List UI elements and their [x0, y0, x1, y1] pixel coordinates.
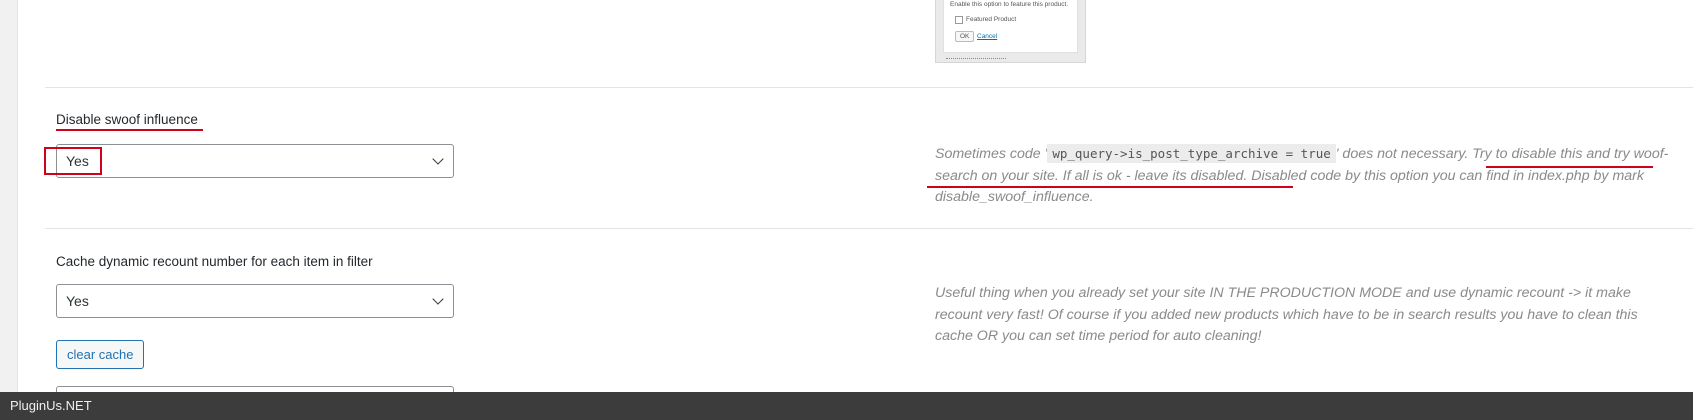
chevron-down-icon — [432, 153, 444, 165]
featured-product-preview-image: Enable this option to feature this produ… — [935, 0, 1086, 63]
admin-left-gutter — [0, 0, 18, 392]
section-divider — [45, 87, 1693, 88]
preview-ok-button: OK — [955, 31, 975, 42]
cache-dynamic-recount-title: Cache dynamic recount number for each it… — [56, 254, 373, 269]
preview-dotted-line — [946, 56, 1006, 59]
clear-cache-button[interactable]: clear cache — [56, 340, 145, 369]
preview-panel: Enable this option to feature this produ… — [943, 0, 1078, 53]
disable-swoof-influence-description: Sometimes code ' wp_query->is_post_type_a… — [935, 143, 1675, 209]
desc-text-2: ' does not necessary. — [1335, 146, 1473, 162]
annotation-box-yes — [44, 147, 102, 175]
preview-checkbox — [955, 16, 963, 24]
disable-swoof-influence-select[interactable]: Yes — [56, 144, 454, 178]
preview-hint-text: Enable this option to feature this produ… — [950, 1, 1069, 8]
footer-brand: PluginUs.NET — [10, 398, 92, 413]
desc-code: wp_query->is_post_type_archive = true — [1047, 144, 1336, 163]
disable-swoof-influence-title: Disable swoof influence — [56, 112, 198, 127]
annotation-underline-desc-1 — [1486, 166, 1653, 168]
preview-checkbox-label: Featured Product — [966, 16, 1017, 23]
footer-bar: PluginUs.NET — [0, 392, 1693, 420]
annotation-underline-desc-2 — [927, 186, 1293, 188]
cache-dynamic-recount-select[interactable]: Yes — [56, 284, 454, 318]
desc-text-1: Sometimes code ' — [935, 146, 1048, 162]
preview-cancel-link: Cancel — [977, 33, 998, 40]
select-value: Yes — [66, 293, 89, 309]
annotation-underline-title — [56, 129, 203, 131]
chevron-down-icon — [432, 293, 444, 305]
section-divider — [45, 228, 1693, 229]
cache-dynamic-recount-description: Useful thing when you already set your s… — [935, 285, 1638, 344]
